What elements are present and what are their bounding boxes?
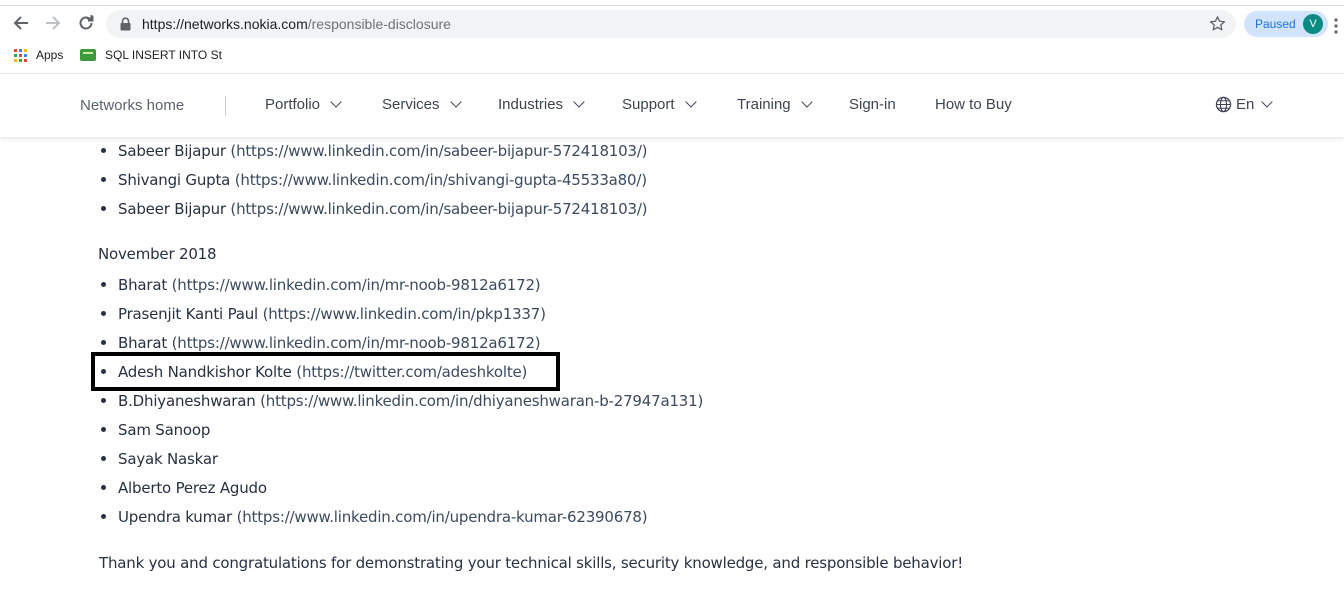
chevron-down-icon <box>330 96 342 108</box>
url-host: https://networks.nokia.com <box>142 16 308 32</box>
nav-services[interactable]: Services <box>382 96 462 113</box>
list-item: Upendra kumar (https://www.linkedin.com/… <box>99 506 648 528</box>
researcher-name: Sam Sanoop <box>118 421 211 439</box>
networks-home-link[interactable]: Networks home <box>80 97 184 114</box>
star-icon[interactable] <box>1209 15 1226 32</box>
researcher-link: (https://www.linkedin.com/in/upendra-kum… <box>236 508 648 526</box>
browser-chrome: https://networks.nokia.com/responsible-d… <box>0 0 1344 73</box>
list-item: Sayak Naskar <box>99 448 218 470</box>
profile-button[interactable]: Paused V <box>1244 11 1328 37</box>
section-heading: November 2018 <box>98 245 217 263</box>
nav-label: Training <box>737 96 791 113</box>
lock-icon[interactable] <box>120 17 131 31</box>
researcher-link: (https://www.linkedin.com/in/mr-noob-981… <box>171 334 541 352</box>
researcher-name: Sabeer Bijapur <box>118 142 226 160</box>
list-item: Alberto Perez Agudo <box>99 477 267 499</box>
nav-industries[interactable]: Industries <box>498 96 585 113</box>
bullet <box>101 148 106 153</box>
chevron-down-icon <box>684 96 697 108</box>
nav-sign-in[interactable]: Sign-in <box>849 96 896 113</box>
nav-label: Portfolio <box>265 96 321 113</box>
url-text[interactable]: https://networks.nokia.com/responsible-d… <box>142 15 451 33</box>
language-label: En <box>1236 96 1255 113</box>
browser-toolbar: https://networks.nokia.com/responsible-d… <box>0 6 1344 42</box>
bookmark-apps[interactable]: Apps <box>14 48 63 62</box>
bullet <box>101 456 106 461</box>
researcher-link: (https://www.linkedin.com/in/sabeer-bija… <box>230 142 648 160</box>
nav-portfolio[interactable]: Portfolio <box>265 96 342 113</box>
reload-icon <box>79 15 94 30</box>
bullet <box>101 177 106 182</box>
nav-label: Industries <box>498 96 564 113</box>
apps-grid-icon <box>14 48 27 62</box>
researcher-name: Sabeer Bijapur <box>118 200 226 218</box>
researcher-name: Shivangi Gupta <box>118 171 231 189</box>
nav-how-to-buy[interactable]: How to Buy <box>935 96 1012 113</box>
researcher-name: Bharat <box>118 276 168 294</box>
list-item: Bharat (https://www.linkedin.com/in/mr-n… <box>99 274 541 296</box>
researcher-link: (https://www.linkedin.com/in/pkp1337) <box>262 305 546 323</box>
url-path: /responsible-disclosure <box>307 16 451 32</box>
bookmark-label: SQL INSERT INTO St <box>105 48 222 62</box>
forward-button[interactable] <box>39 9 67 37</box>
nav-training[interactable]: Training <box>737 96 813 113</box>
bullet <box>101 514 106 519</box>
bullet <box>101 311 106 316</box>
language-selector[interactable]: En <box>1215 96 1274 113</box>
list-item: Sam Sanoop <box>99 419 210 441</box>
bookmark-label: Apps <box>36 48 64 62</box>
list-item: Sabeer Bijapur (https://www.linkedin.com… <box>99 140 648 162</box>
profile-status: Paused <box>1255 17 1296 31</box>
list-item: Bharat (https://www.linkedin.com/in/mr-n… <box>99 332 541 354</box>
globe-icon <box>1215 96 1232 113</box>
researcher-link: (https://www.linkedin.com/in/dhiyaneshwa… <box>260 392 704 410</box>
bullet <box>101 427 106 432</box>
nav-label: Sign-in <box>849 96 896 113</box>
site-header: Networks home Portfolio Services Industr… <box>0 73 1344 137</box>
list-item: Sabeer Bijapur (https://www.linkedin.com… <box>99 198 648 220</box>
nav-support[interactable]: Support <box>622 96 697 113</box>
chevron-down-icon <box>1261 96 1274 108</box>
researcher-name: Sayak Naskar <box>118 450 218 468</box>
chevron-down-icon <box>800 96 813 108</box>
researcher-link: (https://www.linkedin.com/in/mr-noob-981… <box>171 276 541 294</box>
reload-button[interactable] <box>72 9 100 37</box>
back-button[interactable] <box>7 9 35 37</box>
more-vertical-icon[interactable] <box>1334 18 1338 34</box>
researcher-name: Prasenjit Kanti Paul <box>118 305 259 323</box>
list-item: Prasenjit Kanti Paul (https://www.linked… <box>99 303 546 325</box>
bullet <box>101 282 106 287</box>
list-item: B.Dhiyaneshwaran (https://www.linkedin.c… <box>99 390 703 412</box>
nav-label: Services <box>382 96 440 113</box>
researcher-link: (https://www.linkedin.com/in/sabeer-bija… <box>230 200 648 218</box>
bookmarks-bar: Apps SQL INSERT INTO St <box>0 43 1344 71</box>
list-item: Shivangi Gupta (https://www.linkedin.com… <box>99 169 647 191</box>
bullet <box>101 340 106 345</box>
thanks-paragraph: Thank you and congratulations for demons… <box>99 554 964 572</box>
researcher-name: Alberto Perez Agudo <box>118 479 267 497</box>
researcher-name: B.Dhiyaneshwaran <box>118 392 256 410</box>
bullet <box>101 206 106 211</box>
arrow-left-icon <box>13 16 28 30</box>
chevron-down-icon <box>573 96 585 108</box>
nav-divider <box>225 96 226 116</box>
researcher-name: Bharat <box>118 334 168 352</box>
bookmark-sql[interactable]: SQL INSERT INTO St <box>80 48 222 62</box>
chevron-down-icon <box>449 96 462 108</box>
researcher-name: Upendra kumar <box>118 508 232 526</box>
bullet <box>101 398 106 403</box>
nav-label: How to Buy <box>935 96 1012 113</box>
address-bar[interactable]: https://networks.nokia.com/responsible-d… <box>106 10 1236 38</box>
researcher-link: (https://www.linkedin.com/in/shivangi-gu… <box>234 171 647 189</box>
sql-favicon <box>80 49 96 61</box>
bullet <box>101 485 106 490</box>
arrow-right-icon <box>46 16 61 30</box>
page-content: Sabeer Bijapur (https://www.linkedin.com… <box>0 137 1344 592</box>
avatar: V <box>1303 14 1323 34</box>
highlight-box <box>91 352 560 391</box>
nav-label: Support <box>622 96 675 113</box>
